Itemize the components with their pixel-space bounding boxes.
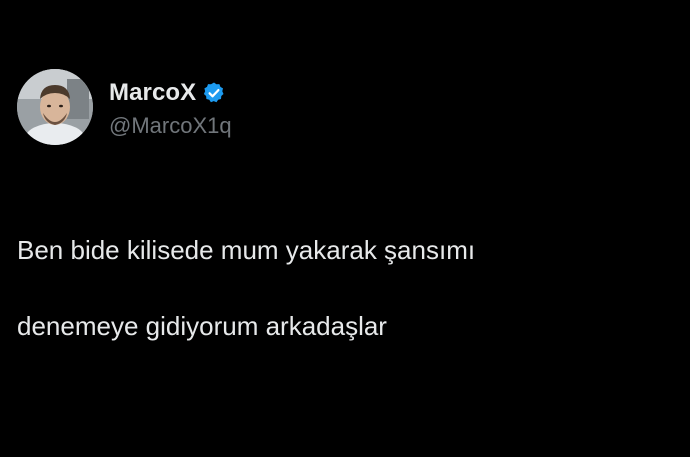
display-name[interactable]: MarcoX <box>109 79 196 107</box>
display-name-row: MarcoX <box>109 75 232 111</box>
avatar[interactable] <box>17 69 93 145</box>
verified-badge-icon <box>202 81 226 105</box>
tweet-text-line: denemeye gidiyorum arkadaşlar <box>17 311 387 341</box>
tweet-text-line: Ben bide kilisede mum yakarak şansımı <box>17 235 476 265</box>
author-names: MarcoX @MarcoX1q <box>109 69 232 145</box>
author-handle[interactable]: @MarcoX1q <box>109 113 232 139</box>
avatar-photo <box>17 69 93 145</box>
tweet-card: MarcoX @MarcoX1q Ben bide kilisede mum y… <box>0 0 690 457</box>
tweet-header: MarcoX @MarcoX1q <box>17 69 232 145</box>
tweet-text: Ben bide kilisede mum yakarak şansımı de… <box>17 193 667 383</box>
